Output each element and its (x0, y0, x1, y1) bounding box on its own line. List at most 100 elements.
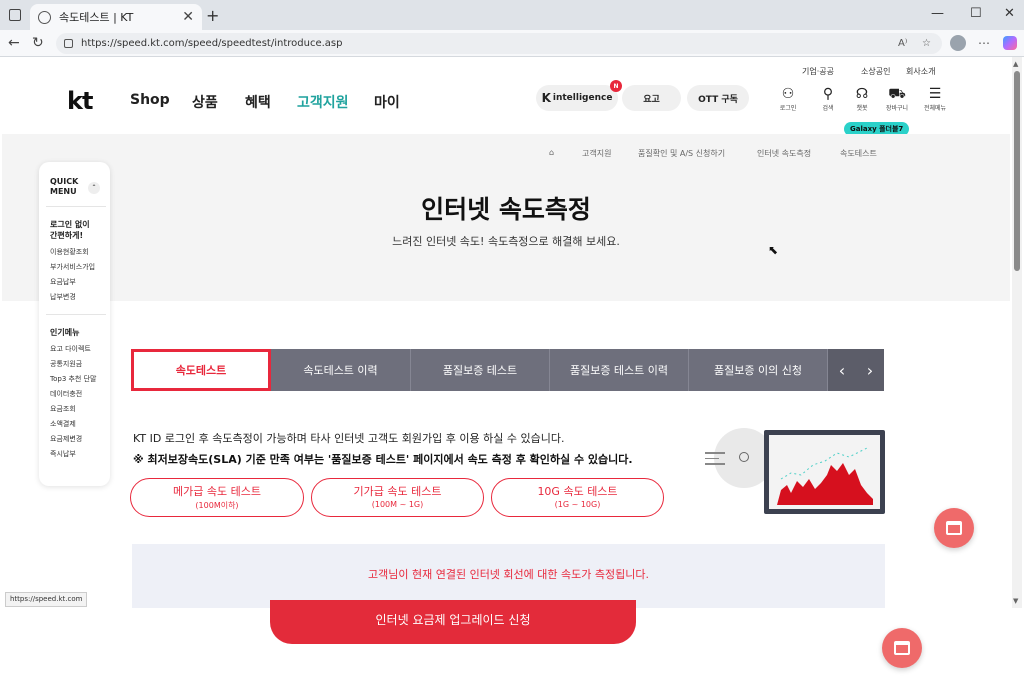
util-link-business[interactable]: 기업·공공 (802, 66, 834, 77)
gnb-benefits[interactable]: 혜택 (245, 92, 271, 112)
gnb-support[interactable]: 고객지원 (297, 92, 349, 112)
quick-item[interactable]: 납부변경 (50, 290, 110, 305)
read-aloud-icon[interactable]: A⁾ (898, 38, 907, 49)
menu-icon: ☰ (928, 86, 942, 102)
store-fab-button-background[interactable] (882, 628, 922, 668)
cart-label: 장바구니 (885, 105, 909, 112)
quick-item[interactable]: 요고 다이렉트 (50, 342, 110, 357)
quick-item[interactable]: 소액결제 (50, 417, 110, 432)
giga-range: (100M ~ 1G) (371, 500, 424, 509)
headset-icon: ☊ (855, 86, 869, 102)
10g-label: 10G 속도 테스트 (537, 485, 618, 498)
chatbot-button[interactable]: ☊ 챗봇 (847, 85, 877, 112)
profile-avatar[interactable] (950, 35, 966, 51)
quick-item[interactable]: 요금제변경 (50, 432, 110, 447)
more-options-icon[interactable]: ⋯ (978, 36, 990, 50)
cart-icon: ⛟ (888, 86, 906, 102)
back-icon[interactable]: ← (8, 35, 20, 51)
chevron-right-icon[interactable]: › (856, 349, 884, 391)
kt-logo[interactable]: kt (67, 87, 93, 115)
new-tab-button[interactable]: + (206, 6, 219, 25)
10g-speedtest-button[interactable]: 10G 속도 테스트 (1G ~ 10G) (491, 478, 664, 517)
measure-notice-text: 고객님이 현재 연결된 인터넷 회선에 대한 속도가 측정됩니다. (368, 568, 649, 581)
gnb-my[interactable]: 마이 (374, 92, 400, 112)
store-icon (946, 521, 962, 535)
divider (46, 206, 106, 207)
address-bar-row: ← ↻ https://speed.kt.com/speed/speedtest… (0, 30, 1024, 57)
ott-button[interactable]: OTT 구독 (687, 85, 749, 111)
favorite-star-icon[interactable]: ☆ (922, 38, 931, 49)
speed-lines-illustration (705, 452, 725, 469)
minimize-button[interactable]: — (931, 6, 944, 21)
breadcrumb-quality[interactable]: 품질확인 및 A/S 신청하기 (638, 148, 725, 159)
k-letter: K (541, 91, 551, 105)
tab-speedtest-history[interactable]: 속도테스트 이력 (271, 349, 411, 391)
breadcrumb-speed[interactable]: 인터넷 속도측정 (757, 148, 811, 159)
sla-notice: ※ 최저보장속도(SLA) 기준 만족 여부는 '품질보증 테스트' 페이지에서… (133, 453, 633, 466)
mega-range: (100M이하) (195, 501, 239, 510)
refresh-icon[interactable]: ↻ (32, 35, 44, 51)
store-icon (894, 641, 910, 655)
globe-icon (38, 10, 51, 24)
yogo-button[interactable]: 요고 (622, 85, 681, 111)
tab-quality-history[interactable]: 품질보증 테스트 이력 (550, 349, 689, 391)
close-window-button[interactable]: ✕ (1004, 6, 1015, 21)
util-link-smallbiz[interactable]: 소상공인 (861, 66, 890, 77)
quick-item[interactable]: 공통지원금 (50, 357, 110, 372)
all-menu-button[interactable]: ☰ 전체메뉴 (920, 85, 950, 112)
giga-label: 기가급 속도 테스트 (353, 485, 442, 498)
search-button[interactable]: ⚲ 검색 (813, 85, 843, 112)
quick-item[interactable]: Top3 추천 단말 (50, 372, 110, 387)
copilot-icon[interactable] (1003, 36, 1017, 50)
login-button[interactable]: ⚇ 로그인 (773, 85, 803, 112)
quick-item[interactable]: 즉시납부 (50, 447, 110, 462)
tab-quality-objection[interactable]: 품질보증 이의 신청 (689, 349, 828, 391)
chevron-left-icon[interactable]: ‹ (828, 349, 856, 391)
scroll-up-arrow[interactable]: ▲ (1013, 60, 1018, 68)
url-field[interactable]: https://speed.kt.com/speed/speedtest/int… (56, 33, 942, 54)
tab-actions-icon[interactable] (9, 9, 21, 21)
browser-tab[interactable]: 속도테스트 | KT ✕ (30, 4, 202, 30)
page-title: 인터넷 속도측정 (421, 195, 591, 224)
quick-item[interactable]: 요금조회 (50, 402, 110, 417)
quick-item[interactable]: 부가서비스가입 (50, 260, 110, 275)
gnb-shop[interactable]: Shop (130, 92, 170, 108)
quick-item[interactable]: 데이터충전 (50, 387, 110, 402)
quick-menu-title-1: QUICK (50, 177, 79, 186)
quick-item[interactable]: 이용현황조회 (50, 245, 110, 260)
util-link-company[interactable]: 회사소개 (906, 66, 935, 77)
k-intelligence-button[interactable]: K intelligence N (536, 80, 622, 111)
scroll-thumb[interactable] (1014, 71, 1020, 271)
info-text: KT ID 로그인 후 속도측정이 가능하며 타사 인터넷 고객도 회원가입 후… (133, 432, 565, 445)
speedtest-tabs: 속도테스트 속도테스트 이력 품질보증 테스트 품질보증 테스트 이력 품질보증… (131, 349, 884, 391)
home-icon[interactable]: ⌂ (549, 148, 554, 157)
browser-titlebar: 속도테스트 | KT ✕ + — ☐ ✕ (0, 0, 1024, 30)
k-intelligence-label: intelligence (552, 93, 613, 103)
tab-speedtest[interactable]: 속도테스트 (131, 349, 271, 391)
quick-item[interactable]: 요금납부 (50, 275, 110, 290)
page-viewport: 기업·공공 소상공인 회사소개 kt Shop 상품 혜택 고객지원 마이 K … (2, 57, 1010, 608)
breadcrumb-support[interactable]: 고객지원 (582, 148, 611, 159)
quick-menu: QUICK MENU ⌃ 로그인 없이 간편하게! 이용현황조회 부가서비스가입… (39, 162, 110, 486)
close-tab-icon[interactable]: ✕ (182, 9, 194, 25)
page-scrollbar[interactable]: ▲ ▼ (1012, 57, 1022, 608)
tab-quality-test[interactable]: 품질보증 테스트 (411, 349, 550, 391)
cart-button[interactable]: ⛟ 장바구니 (882, 85, 912, 112)
lock-icon (64, 39, 73, 48)
new-badge: N (610, 80, 622, 92)
maximize-button[interactable]: ☐ (970, 6, 982, 21)
quick-section2-title: 인기메뉴 (50, 328, 80, 337)
quick-section1-title-2: 간편하게! (50, 231, 84, 240)
10g-range: (1G ~ 10G) (554, 500, 601, 509)
mega-speedtest-button[interactable]: 메가급 속도 테스트 (100M이하) (130, 478, 304, 517)
store-fab-button[interactable] (934, 508, 974, 548)
upgrade-plan-button[interactable]: 인터넷 요금제 업그레이드 신청 (270, 600, 636, 644)
login-label: 로그인 (779, 105, 797, 112)
giga-speedtest-button[interactable]: 기가급 속도 테스트 (100M ~ 1G) (311, 478, 484, 517)
chevron-up-icon[interactable]: ⌃ (88, 182, 100, 194)
person-icon: ⚇ (781, 86, 795, 102)
breadcrumb-current: 속도테스트 (840, 149, 877, 158)
scroll-down-arrow[interactable]: ▼ (1013, 597, 1018, 605)
gnb-products[interactable]: 상품 (192, 92, 218, 112)
quick-section1-title-1: 로그인 없이 (50, 220, 90, 229)
